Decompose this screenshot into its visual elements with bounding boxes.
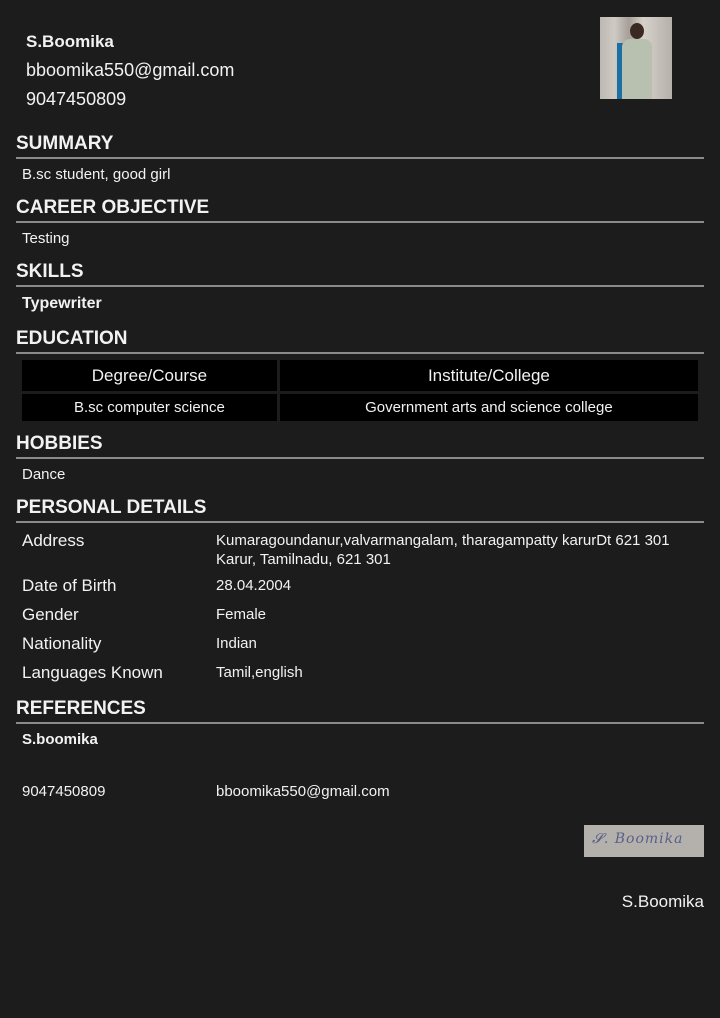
personal-details-heading: PERSONAL DETAILS [16, 497, 704, 523]
hobbies-heading: HOBBIES [16, 433, 704, 459]
candidate-phone: 9047450809 [26, 89, 127, 109]
column-header-institute: Institute/College [279, 360, 698, 391]
references-heading: REFERENCES [16, 698, 704, 724]
skills-heading: SKILLS [16, 261, 704, 287]
summary-heading: SUMMARY [16, 133, 704, 159]
gender-label: Gender [22, 605, 79, 624]
signature-image: 𝓢. Boomika [584, 825, 704, 857]
reference-name: S.boomika [22, 731, 98, 748]
address-value-line2: Karur, Tamilnadu, 621 301 [216, 551, 391, 568]
profile-photo [600, 17, 672, 99]
dob-label: Date of Birth [22, 576, 117, 595]
nationality-label: Nationality [22, 634, 102, 653]
career-objective-heading: CAREER OBJECTIVE [16, 197, 704, 223]
candidate-name: S.Boomika [26, 32, 114, 51]
education-heading: EDUCATION [16, 328, 704, 354]
skill-item: Typewriter [22, 295, 102, 312]
reference-email: bboomika550@gmail.com [216, 783, 390, 800]
candidate-email: bboomika550@gmail.com [26, 60, 235, 80]
hobbies-text: Dance [22, 466, 66, 483]
languages-label: Languages Known [22, 663, 163, 682]
nationality-value: Indian [216, 635, 257, 652]
column-header-degree: Degree/Course [22, 360, 277, 391]
reference-phone: 9047450809 [22, 783, 106, 800]
languages-value: Tamil,english [216, 664, 303, 681]
career-objective-text: Testing [22, 230, 70, 247]
degree-cell: B.sc computer science [22, 394, 277, 421]
dob-value: 28.04.2004 [216, 577, 292, 594]
address-label: Address [22, 531, 85, 550]
address-value: Kumaragoundanur,valvarmangalam, tharagam… [216, 532, 670, 549]
gender-value: Female [216, 606, 267, 623]
education-table: Degree/Course Institute/College B.sc comp… [19, 357, 701, 424]
signature-name: S.Boomika [621, 892, 704, 911]
institute-cell: Government arts and science college [279, 394, 698, 421]
summary-text: B.sc student, good girl [22, 166, 171, 183]
